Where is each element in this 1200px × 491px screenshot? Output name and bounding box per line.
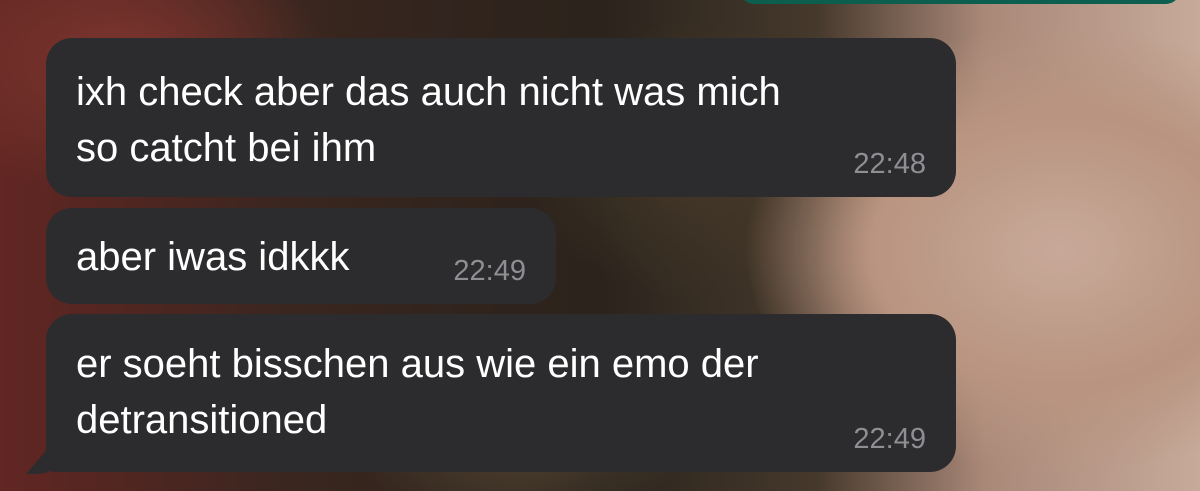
incoming-message-bubble[interactable]: er soeht bisschen aus wie ein emo der de… <box>46 314 956 472</box>
incoming-message-bubble[interactable]: ixh check aber das auch nicht was mich s… <box>46 38 956 197</box>
message-timestamp: 22:49 <box>853 423 926 455</box>
outgoing-message-bubble-partial[interactable] <box>740 0 1180 4</box>
incoming-message-bubble[interactable]: aber iwas idkkk 22:49 <box>46 208 556 304</box>
message-text: ixh check aber das auch nicht was mich s… <box>76 70 781 170</box>
message-text: er soeht bisschen aus wie ein emo der de… <box>76 342 759 442</box>
message-text: aber iwas idkkk <box>76 235 350 279</box>
message-timestamp: 22:49 <box>453 255 526 287</box>
message-timestamp: 22:48 <box>853 148 926 180</box>
